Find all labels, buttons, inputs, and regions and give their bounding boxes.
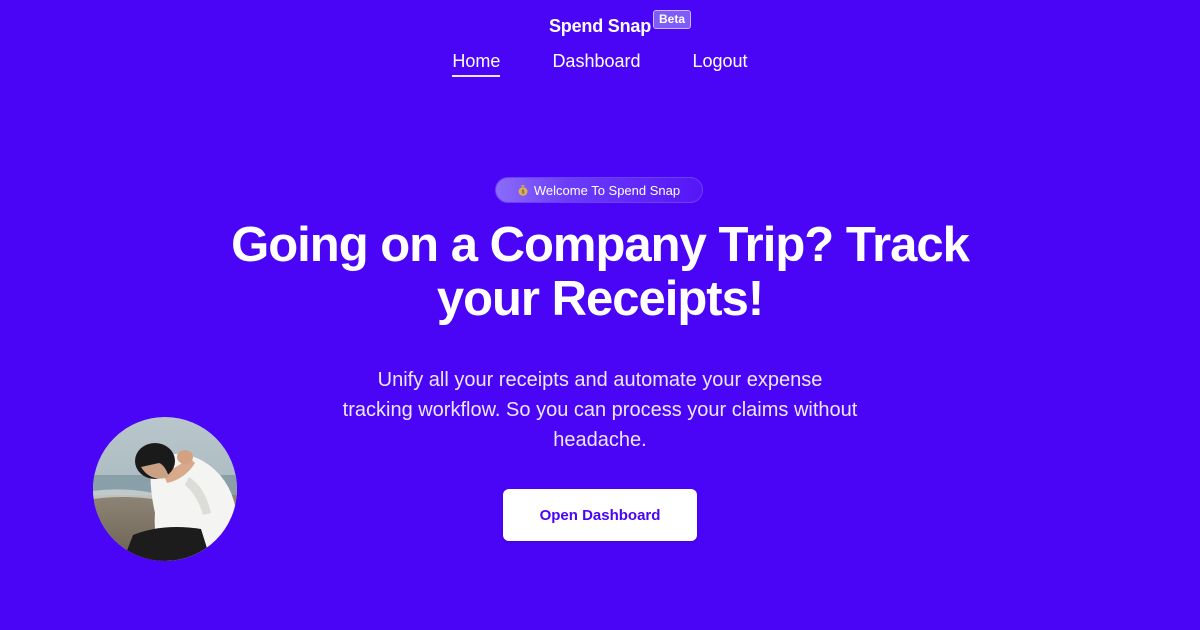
main-nav: Home Dashboard Logout bbox=[0, 48, 1200, 77]
nav-home[interactable]: Home bbox=[452, 48, 501, 77]
money-bag-icon: $ bbox=[518, 184, 528, 196]
brand-logo[interactable]: Spend Snap Beta bbox=[548, 9, 692, 43]
nav-logout[interactable]: Logout bbox=[693, 48, 748, 77]
open-dashboard-button[interactable]: Open Dashboard bbox=[503, 489, 697, 541]
hero-headline: Going on a Company Trip? Track your Rece… bbox=[150, 218, 1050, 326]
brand: Spend Snap Beta bbox=[0, 9, 1200, 43]
avatar-photo bbox=[93, 417, 237, 561]
headline-line-1: Going on a Company Trip? Track bbox=[231, 218, 970, 272]
hero-subtext: Unify all your receipts and automate you… bbox=[342, 369, 858, 451]
avatar bbox=[93, 417, 237, 561]
svg-text:$: $ bbox=[521, 190, 524, 196]
brand-name: Spend Snap bbox=[548, 16, 651, 36]
nav-dashboard[interactable]: Dashboard bbox=[552, 48, 640, 77]
welcome-pill: $ Welcome To Spend Snap bbox=[495, 177, 703, 203]
landing-page: Spend Snap Beta Home Dashboard Logout $ W… bbox=[0, 0, 1200, 630]
headline-line-2: your Receipts! bbox=[436, 272, 764, 326]
welcome-pill-text: Welcome To Spend Snap bbox=[533, 182, 681, 198]
beta-badge: Beta bbox=[653, 10, 692, 29]
